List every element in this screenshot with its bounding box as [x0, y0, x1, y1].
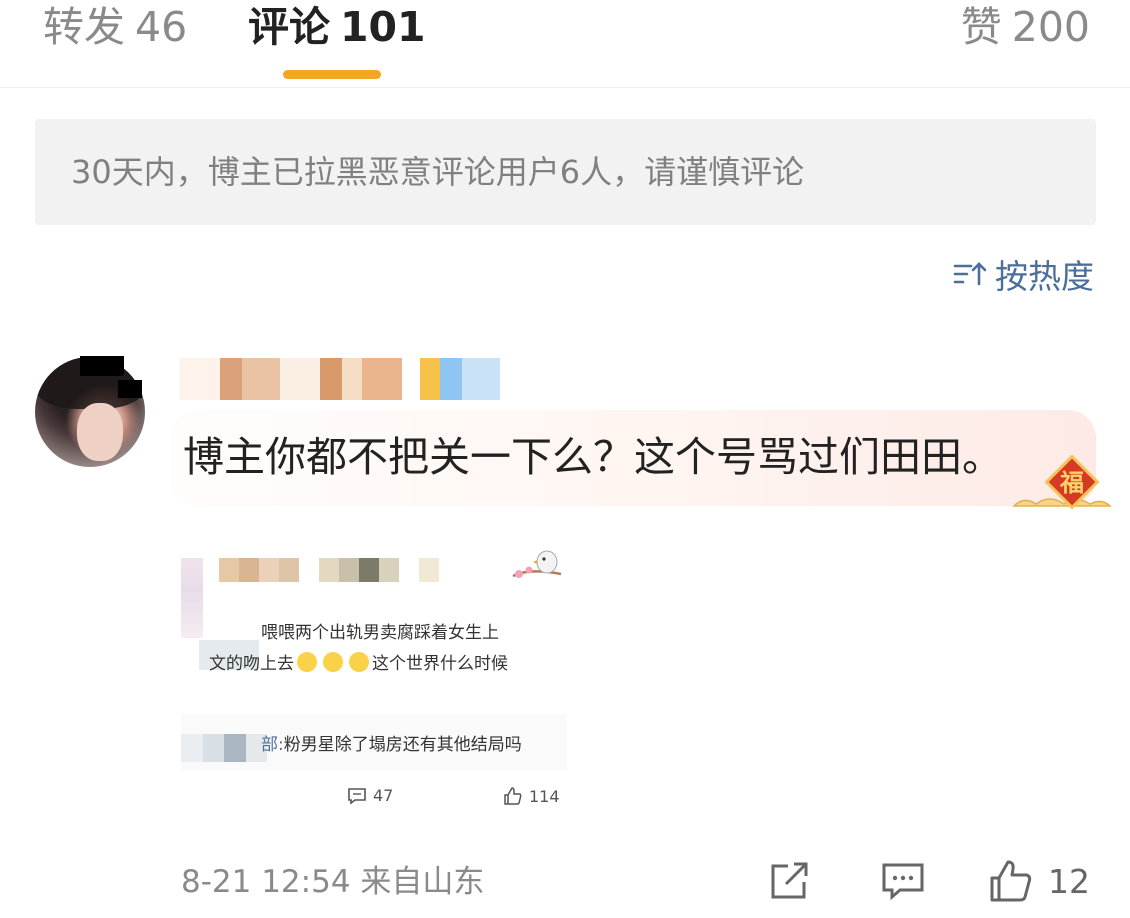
tab-repost[interactable]: 转发 46 [43, 4, 187, 50]
notice-text: 30天内，博主已拉黑恶意评论用户6人，请谨慎评论 [71, 153, 805, 191]
bird-sticker-icon [512, 550, 562, 578]
embedded-screenshot[interactable]: 喂喂两个出轨男卖腐踩着女生上 文的吻上去 这个世界什么时候 部:粉男星除了塌房还有… [181, 538, 567, 820]
reply-button[interactable] [880, 856, 926, 906]
smile-emoji-icon [297, 652, 317, 672]
sort-by-hot-button[interactable]: 按热度 [953, 253, 1094, 296]
smile-emoji-icon [323, 652, 343, 672]
tab-like[interactable]: 赞 200 [961, 4, 1090, 50]
tab-comment[interactable]: 评论 101 [248, 4, 426, 50]
redaction-mark [80, 356, 124, 376]
embedded-sub-comment-text: 部:粉男星除了塌房还有其他结局吗 [261, 735, 522, 755]
embedded-comment-count: 47 [347, 786, 393, 805]
embedded-line-1: 喂喂两个出轨男卖腐踩着女生上 [261, 623, 499, 643]
fu-badge-icon: 福 [1044, 454, 1100, 510]
embedded-username-redacted [219, 558, 439, 582]
embedded-line-2: 文的吻上去 这个世界什么时候 [209, 652, 508, 674]
thumbs-up-icon [504, 787, 522, 805]
thumbs-up-icon [990, 860, 1032, 902]
comment-icon [348, 787, 366, 805]
fu-badge-char: 福 [1059, 468, 1084, 497]
like-button[interactable]: 12 [988, 856, 1090, 906]
tab-comment-label: 评论 [248, 3, 330, 51]
username-redacted[interactable] [180, 358, 520, 400]
notice-banner: 30天内，博主已拉黑恶意评论用户6人，请谨慎评论 [35, 119, 1096, 225]
share-button[interactable] [768, 856, 812, 906]
tab-comment-count: 101 [340, 3, 426, 51]
comment-icon [882, 863, 924, 901]
active-tab-indicator [283, 70, 381, 79]
redaction-mark [118, 380, 142, 398]
like-count: 12 [1048, 861, 1090, 901]
share-icon [771, 862, 808, 899]
tab-repost-count: 46 [135, 3, 188, 51]
tab-bar: 转发 46 评论 101 赞 200 [0, 0, 1130, 88]
sort-label: 按热度 [995, 257, 1094, 296]
sort-icon [953, 262, 987, 286]
smile-emoji-icon [349, 652, 369, 672]
tab-like-label: 赞 [960, 3, 1002, 51]
tab-like-count: 200 [1011, 3, 1090, 51]
tab-repost-label: 转发 [43, 3, 125, 51]
comment-text: 博主你都不把关一下么？这个号骂过们田田。 [183, 433, 1003, 481]
comment-meta: 8-21 12:54 来自山东 [181, 864, 485, 900]
embedded-like-count: 114 [503, 786, 560, 806]
